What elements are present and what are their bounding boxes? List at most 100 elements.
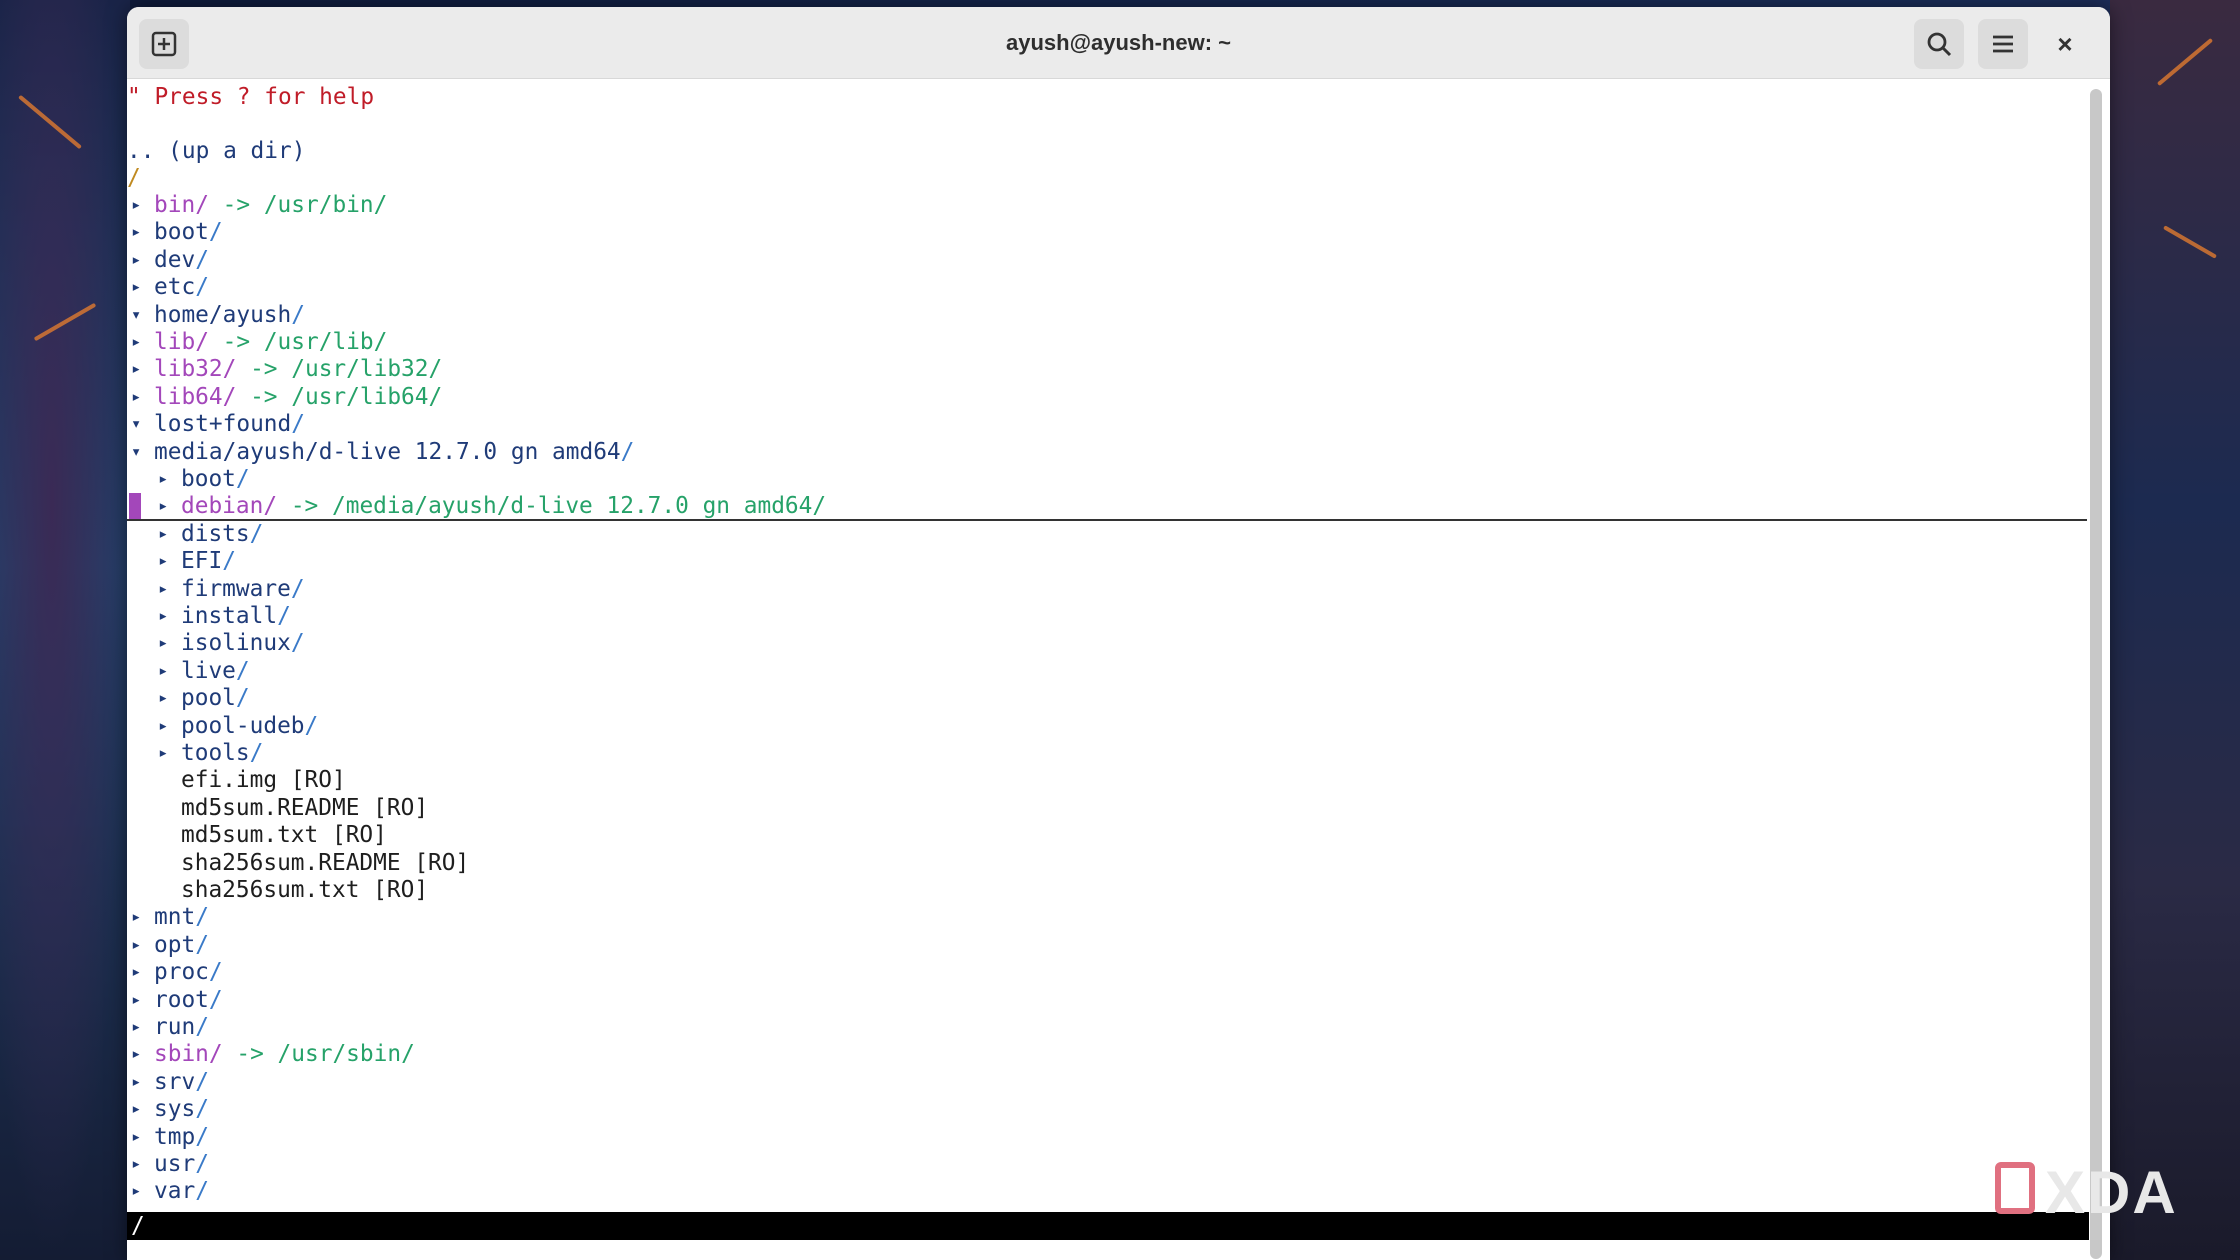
dir-slash: / <box>195 931 209 958</box>
entry-name: opt <box>154 931 196 958</box>
collapsed-arrow-icon[interactable]: ▸ <box>131 219 141 246</box>
entry-name: md5sum.README [RO] <box>181 794 429 821</box>
collapsed-arrow-icon[interactable]: ▸ <box>131 356 141 383</box>
terminal-window: ayush@ayush-new: ~ × " Press ? for help … <box>127 7 2110 1260</box>
collapsed-arrow-icon[interactable]: ▸ <box>131 1041 141 1068</box>
entry-name: lib64 <box>154 383 223 410</box>
dir-slash: / <box>249 520 264 547</box>
collapsed-arrow-icon[interactable]: ▸ <box>131 904 141 931</box>
scrollbar[interactable] <box>2090 89 2102 1259</box>
dir-slash: / <box>195 329 209 355</box>
desktop-wallpaper-left <box>0 0 130 1260</box>
entry-name: pool-udeb <box>181 712 305 739</box>
collapsed-arrow-icon[interactable]: ▸ <box>131 959 141 986</box>
collapsed-arrow-icon[interactable]: ▸ <box>158 521 168 548</box>
entry-name: live <box>181 657 236 684</box>
dir-slash: / <box>195 1014 209 1040</box>
entry-name: srv <box>154 1068 196 1095</box>
dir-slash: / <box>195 1151 209 1177</box>
title-bar: ayush@ayush-new: ~ × <box>127 7 2110 79</box>
dir-slash: / <box>195 904 209 931</box>
collapsed-arrow-icon[interactable]: ▸ <box>131 1069 141 1096</box>
collapsed-arrow-icon[interactable]: ▸ <box>158 740 168 767</box>
dir-slash: / <box>208 219 223 246</box>
collapsed-arrow-icon[interactable]: ▸ <box>158 576 168 603</box>
search-button[interactable] <box>1914 19 1964 69</box>
dir-slash: / <box>290 575 305 602</box>
collapsed-arrow-icon[interactable]: ▸ <box>131 932 141 959</box>
entry-name: debian <box>181 493 264 520</box>
collapsed-arrow-icon[interactable]: ▸ <box>158 685 168 712</box>
entry-name: pool <box>181 685 236 712</box>
terminal-content[interactable]: " Press ? for help .. (up a dir) / ▸ bin/… <box>127 80 2089 1260</box>
command-line[interactable]: / <box>127 1212 2089 1240</box>
watermark-text: XDA <box>2045 1159 2178 1226</box>
dir-slash: / <box>195 1123 209 1150</box>
collapsed-arrow-icon[interactable]: ▸ <box>158 548 168 575</box>
collapsed-arrow-icon[interactable]: ▸ <box>131 1096 141 1123</box>
entry-name: usr <box>154 1151 196 1177</box>
collapsed-arrow-icon[interactable]: ▸ <box>131 1151 141 1178</box>
symlink-target: -> /usr/bin/ <box>208 192 388 218</box>
collapsed-arrow-icon[interactable]: ▸ <box>158 630 168 657</box>
up-dir-entry[interactable]: .. (up a dir) <box>127 138 305 165</box>
dir-slash: / <box>222 548 236 575</box>
collapsed-arrow-icon[interactable]: ▸ <box>131 192 141 219</box>
dir-slash: / <box>235 685 250 712</box>
entry-name: sha256sum.txt [RO] <box>181 877 429 903</box>
entry-name: boot <box>154 219 209 246</box>
entry-name: root <box>154 986 209 1013</box>
help-hint: " Press ? for help <box>127 84 375 110</box>
symlink-target: -> /usr/lib/ <box>208 329 388 355</box>
symlink-target: -> /media/ayush/d-live 12.7.0 gn amd64/ <box>277 493 827 520</box>
entry-name: media/ayush/d-live 12.7.0 gn amd64 <box>154 438 621 465</box>
entry-name: dev <box>154 246 196 273</box>
window-title: ayush@ayush-new: ~ <box>1005 30 1232 55</box>
collapsed-arrow-icon[interactable]: ▸ <box>131 329 141 356</box>
collapsed-arrow-icon[interactable]: ▸ <box>131 274 141 301</box>
dir-slash: / <box>235 466 250 492</box>
dir-slash: / <box>290 630 305 657</box>
entry-name: proc <box>154 959 209 986</box>
entry-name: sys <box>154 1096 196 1123</box>
collapsed-arrow-icon[interactable]: ▸ <box>131 247 141 274</box>
dir-slash: / <box>235 657 250 684</box>
entry-name: EFI <box>181 548 223 575</box>
symlink-target: -> /usr/lib32/ <box>236 356 443 383</box>
menu-button[interactable] <box>1978 19 2028 69</box>
entry-name: install <box>181 603 278 629</box>
entry-name: lib32 <box>154 356 223 383</box>
dir-slash: / <box>208 986 223 1013</box>
close-icon: × <box>2057 28 2073 59</box>
expanded-arrow-icon[interactable]: ▾ <box>131 439 141 466</box>
entry-name: sha256sum.README [RO] <box>181 849 470 876</box>
dir-slash: / <box>263 493 278 520</box>
dir-slash: / <box>195 1178 209 1205</box>
entry-name: dists <box>181 520 250 547</box>
collapsed-arrow-icon[interactable]: ▸ <box>131 384 141 411</box>
entry-name: mnt <box>154 904 196 931</box>
dir-slash: / <box>195 246 209 273</box>
entry-name: md5sum.txt [RO] <box>181 822 387 849</box>
dir-slash: / <box>195 1068 209 1095</box>
collapsed-arrow-icon[interactable]: ▸ <box>158 658 168 685</box>
collapsed-arrow-icon[interactable]: ▸ <box>131 1124 141 1151</box>
collapsed-arrow-icon[interactable]: ▸ <box>131 987 141 1014</box>
expanded-arrow-icon[interactable]: ▾ <box>131 302 141 329</box>
collapsed-arrow-icon[interactable]: ▸ <box>158 603 168 630</box>
dir-slash: / <box>208 1041 223 1068</box>
entry-name: sbin <box>154 1041 209 1068</box>
status-text: / <box>131 1213 145 1239</box>
entry-name: lib <box>154 329 196 355</box>
dir-slash: / <box>291 411 305 438</box>
collapsed-arrow-icon[interactable]: ▸ <box>131 1178 141 1205</box>
expanded-arrow-icon[interactable]: ▾ <box>131 411 141 438</box>
collapsed-arrow-icon[interactable]: ▸ <box>158 713 168 740</box>
entry-name: etc <box>154 274 196 301</box>
collapsed-arrow-icon[interactable]: ▸ <box>158 493 168 520</box>
collapsed-arrow-icon[interactable]: ▸ <box>131 1014 141 1041</box>
symlink-target: -> /usr/sbin/ <box>222 1041 415 1068</box>
entry-name: efi.img [RO] <box>181 767 346 794</box>
close-button[interactable]: × <box>2040 19 2090 69</box>
collapsed-arrow-icon[interactable]: ▸ <box>158 466 168 493</box>
